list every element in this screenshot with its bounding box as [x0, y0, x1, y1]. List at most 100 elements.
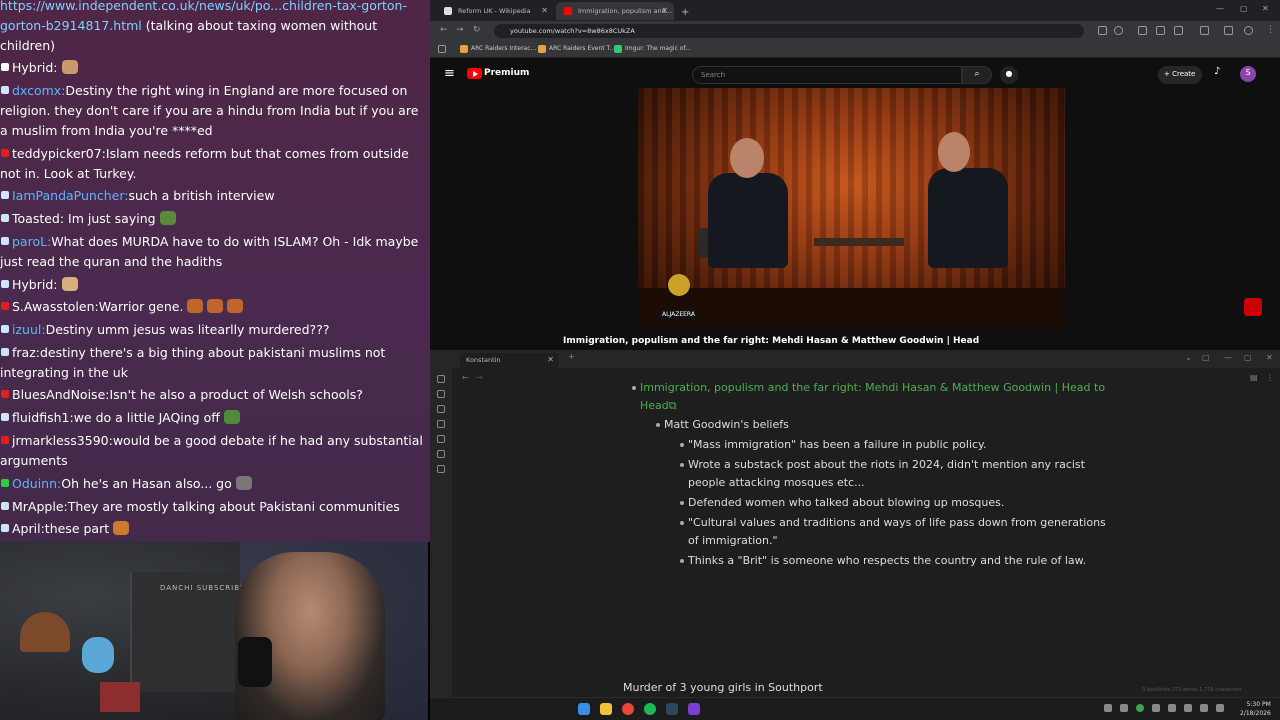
chat-username[interactable]: Hybrid: [12, 277, 58, 292]
new-note-tab-icon[interactable]: + [568, 352, 575, 361]
bookmark-favicon-icon [614, 45, 622, 53]
close-window-icon[interactable]: ✕ [1262, 4, 1269, 13]
note-link-line[interactable]: Head⧉ [640, 397, 677, 415]
youtube-side-badge-icon[interactable] [1244, 298, 1262, 316]
graph-view-icon[interactable] [437, 390, 445, 398]
reading-mode-icon[interactable]: ▤ [1250, 373, 1258, 382]
search-input[interactable]: Search [692, 66, 962, 84]
youtube-premium-label[interactable]: Premium [484, 68, 529, 78]
file-explorer-icon[interactable] [600, 703, 612, 715]
bookmark-item[interactable]: ARC Raiders Interac... [460, 45, 537, 53]
chevron-down-icon[interactable]: ⌄ [1185, 353, 1192, 362]
minimize-icon[interactable]: — [1224, 353, 1232, 362]
chat-username[interactable]: S.Awasstolen: [12, 299, 99, 314]
chat-message-text: Destiny umm jesus was litearlly murdered… [45, 322, 330, 337]
tray-icon[interactable] [1104, 704, 1112, 712]
split-view-icon[interactable]: ▢ [1202, 353, 1210, 362]
browser-tab-youtube[interactable]: Immigration, populism and... ✕ [556, 2, 674, 20]
command-palette-icon[interactable] [437, 450, 445, 458]
close-tab-icon[interactable]: ✕ [541, 6, 548, 15]
templates-icon[interactable] [437, 435, 445, 443]
download-icon[interactable] [1224, 26, 1233, 35]
extension-icon[interactable] [1156, 26, 1165, 35]
chat-username[interactable]: MrApple: [12, 499, 68, 514]
chat-username[interactable]: fraz: [12, 345, 40, 360]
minimize-icon[interactable]: — [1216, 4, 1224, 13]
new-tab-button[interactable]: + [676, 2, 694, 20]
maximize-icon[interactable]: ▢ [1240, 4, 1248, 13]
note-list-item-continued: people attacking mosques etc... [688, 476, 865, 489]
hamburger-menu-icon[interactable]: ≡ [444, 66, 455, 81]
canvas-icon[interactable] [437, 405, 445, 413]
steam-icon[interactable] [666, 703, 678, 715]
notes-app-window: Konstantin ✕ + ⌄ ▢ — ▢ ✕ ← → ▤ ⋮ Immigra… [430, 350, 1280, 697]
search-button[interactable]: ⌕ [962, 66, 992, 84]
install-app-icon[interactable] [1098, 26, 1107, 35]
tray-icon[interactable] [1152, 704, 1160, 712]
close-tab-icon[interactable]: ✕ [547, 355, 554, 364]
tray-icon[interactable] [1120, 704, 1128, 712]
notifications-bell-icon[interactable]: ♪ [1214, 66, 1220, 77]
close-tab-icon[interactable]: ✕ [661, 6, 668, 15]
tab-search-icon[interactable] [1200, 26, 1209, 35]
chat-username[interactable]: Toasted: [12, 211, 64, 226]
notes-tab[interactable]: Konstantin ✕ [460, 353, 558, 368]
chrome-icon[interactable] [622, 703, 634, 715]
apps-grid-icon[interactable] [438, 45, 446, 53]
browser-tab-wikipedia[interactable]: Reform UK - Wikipedia ✕ [436, 2, 554, 20]
taskbar: 5:30 PM 2/18/2026 [430, 697, 1280, 720]
volume-icon[interactable] [1216, 704, 1224, 712]
video-player[interactable]: ALJAZEERA [638, 88, 1065, 329]
back-icon[interactable]: ← [440, 25, 448, 35]
tray-icon[interactable] [1184, 704, 1192, 712]
chat-username[interactable]: dxcomx: [12, 83, 65, 98]
chat-username[interactable]: paroL: [12, 234, 51, 249]
profile-icon[interactable] [1244, 26, 1253, 35]
chat-username[interactable]: April: [12, 521, 45, 536]
daily-note-icon[interactable] [437, 420, 445, 428]
avatar[interactable]: S [1240, 66, 1256, 82]
network-icon[interactable] [1200, 704, 1208, 712]
tray-icon[interactable] [1136, 704, 1144, 712]
note-list-item: Defended women who talked about blowing … [688, 496, 1005, 509]
bookmark-star-icon[interactable] [1114, 26, 1123, 35]
windows-start-icon[interactable] [578, 703, 590, 715]
bookmark-item[interactable]: ARC Raiders Event T... [538, 45, 615, 53]
chat-message: Toasted: Im just saying [0, 209, 428, 229]
address-bar[interactable]: youtube.com/watch?v=8w86x8CUkZA [494, 24, 1084, 38]
extensions-puzzle-icon[interactable] [1174, 26, 1183, 35]
chat-username[interactable]: Hybrid: [12, 60, 58, 75]
youtube-logo-icon[interactable] [467, 68, 482, 79]
close-window-icon[interactable]: ✕ [1266, 353, 1273, 362]
bookmarks-icon[interactable] [437, 465, 445, 473]
spotify-icon[interactable] [644, 703, 656, 715]
create-button[interactable]: + Create [1158, 66, 1202, 84]
extension-icon[interactable] [1138, 26, 1147, 35]
chat-username[interactable]: fluidfish1: [12, 410, 74, 425]
maximize-icon[interactable]: ▢ [1244, 353, 1252, 362]
chat-username[interactable]: IamPandaPuncher: [12, 188, 128, 203]
taskbar-clock[interactable]: 5:30 PM 2/18/2026 [1240, 700, 1271, 718]
forward-icon[interactable]: → [456, 25, 464, 35]
more-options-icon[interactable]: ⋮ [1266, 373, 1274, 382]
chat-username[interactable]: izuul: [12, 322, 46, 337]
file-explorer-icon[interactable] [437, 375, 445, 383]
chat-username[interactable]: BluesAndNoise: [12, 387, 109, 402]
voice-search-icon[interactable]: ● [1000, 66, 1018, 84]
forward-icon[interactable]: → [476, 373, 483, 382]
browser-menu-icon[interactable]: ⋮ [1266, 25, 1275, 35]
chat-badge-icon [1, 63, 9, 71]
obsidian-icon[interactable] [688, 703, 700, 715]
chat-emote-icon [61, 60, 78, 74]
video-guest-right [928, 168, 1008, 268]
chat-message-text: Warrior gene. [98, 299, 184, 314]
note-link-line[interactable]: Immigration, populism and the far right:… [640, 379, 1105, 397]
chat-username[interactable]: teddypicker07: [12, 146, 106, 161]
back-icon[interactable]: ← [462, 373, 469, 382]
reload-icon[interactable]: ↻ [473, 25, 481, 35]
chat-username[interactable]: Oduinn: [12, 476, 61, 491]
tray-icon[interactable] [1168, 704, 1176, 712]
bookmark-label: ARC Raiders Interac... [471, 45, 537, 52]
bookmark-item[interactable]: Imgur: The magic of... [614, 45, 691, 53]
chat-username[interactable]: jrmarkless3590: [12, 433, 113, 448]
